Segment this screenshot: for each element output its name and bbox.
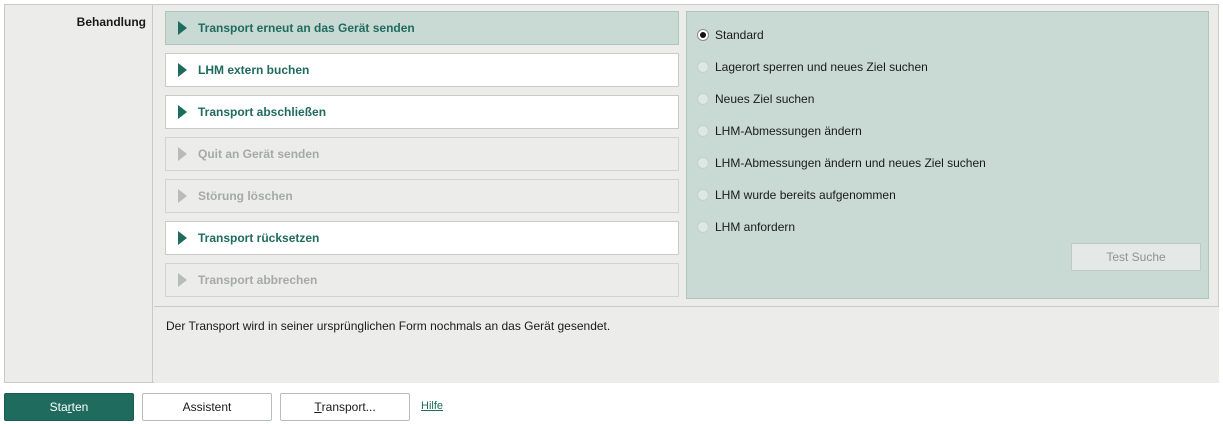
radio-icon[interactable]	[697, 93, 709, 105]
option-label: Standard	[715, 28, 764, 42]
action-label: Transport abschließen	[198, 105, 327, 119]
option-standard[interactable]: Standard	[697, 26, 764, 44]
transport-label-rest: ransport...	[321, 400, 376, 414]
option-label: Neues Ziel suchen	[715, 92, 815, 106]
action-label: Transport abbrechen	[198, 273, 318, 287]
test-search-button: Test Suche	[1071, 243, 1201, 271]
option-label: LHM-Abmessungen ändern	[715, 124, 862, 138]
action-reset-transport[interactable]: Transport rücksetzen	[165, 221, 679, 255]
play-triangle-icon	[178, 21, 187, 35]
section-label: Behandlung	[76, 15, 146, 29]
play-triangle-icon	[178, 189, 187, 203]
assistant-label: Assistent	[182, 400, 232, 414]
radio-icon[interactable]	[697, 189, 709, 201]
action-label: LHM extern buchen	[198, 63, 310, 77]
option-new-target[interactable]: Neues Ziel suchen	[697, 90, 814, 108]
transport-label-mnemonic: T	[314, 400, 322, 414]
play-triangle-icon	[178, 105, 187, 119]
action-send-quit: Quit an Gerät senden	[165, 137, 679, 171]
play-triangle-icon	[178, 147, 187, 161]
options-panel: Standard Lagerort sperren und neues Ziel…	[686, 11, 1209, 299]
action-list: Transport erneut an das Gerät senden LHM…	[165, 11, 679, 305]
action-clear-fault: Störung löschen	[165, 179, 679, 213]
action-label: Störung löschen	[198, 189, 293, 203]
play-triangle-icon	[178, 273, 187, 287]
transport-button[interactable]: Transport...	[280, 393, 410, 421]
section-label-column: Behandlung	[5, 5, 153, 382]
option-label: LHM-Abmessungen ändern und neues Ziel su…	[715, 156, 986, 170]
start-label-pre: Sta	[49, 400, 68, 414]
action-book-lhm-external[interactable]: LHM extern buchen	[165, 53, 679, 87]
treatment-panel: Behandlung Transport erneut an das Gerät…	[4, 4, 1219, 383]
description-text: Der Transport wird in seiner ursprünglic…	[166, 319, 611, 333]
option-request-lhm[interactable]: LHM anfordern	[697, 218, 795, 236]
start-button[interactable]: Sta r ten	[4, 393, 134, 421]
action-complete-transport[interactable]: Transport abschließen	[165, 95, 679, 129]
radio-icon[interactable]	[697, 125, 709, 137]
action-label: Quit an Gerät senden	[198, 147, 320, 161]
assistant-button[interactable]: Assistent	[142, 393, 272, 421]
play-triangle-icon	[178, 231, 187, 245]
option-change-dimensions-new-target[interactable]: LHM-Abmessungen ändern und neues Ziel su…	[697, 154, 986, 172]
play-triangle-icon	[178, 63, 187, 77]
option-label: LHM wurde bereits aufgenommen	[715, 188, 896, 202]
radio-icon[interactable]	[697, 61, 709, 73]
radio-icon[interactable]	[697, 157, 709, 169]
start-label-post: ten	[71, 400, 89, 414]
action-resend-transport[interactable]: Transport erneut an das Gerät senden	[165, 11, 679, 45]
description-area: Der Transport wird in seiner ursprünglic…	[154, 306, 1219, 383]
help-link[interactable]: Hilfe	[421, 400, 443, 412]
radio-checked-icon[interactable]	[697, 29, 709, 41]
option-lock-location-new-target[interactable]: Lagerort sperren und neues Ziel suchen	[697, 58, 928, 76]
radio-icon[interactable]	[697, 221, 709, 233]
action-label: Transport rücksetzen	[198, 231, 320, 245]
option-label: LHM anfordern	[715, 220, 796, 234]
option-label: Lagerort sperren und neues Ziel suchen	[715, 60, 928, 74]
option-already-picked[interactable]: LHM wurde bereits aufgenommen	[697, 186, 896, 204]
action-cancel-transport: Transport abbrechen	[165, 263, 679, 297]
action-label: Transport erneut an das Gerät senden	[198, 21, 415, 35]
option-change-dimensions[interactable]: LHM-Abmessungen ändern	[697, 122, 862, 140]
